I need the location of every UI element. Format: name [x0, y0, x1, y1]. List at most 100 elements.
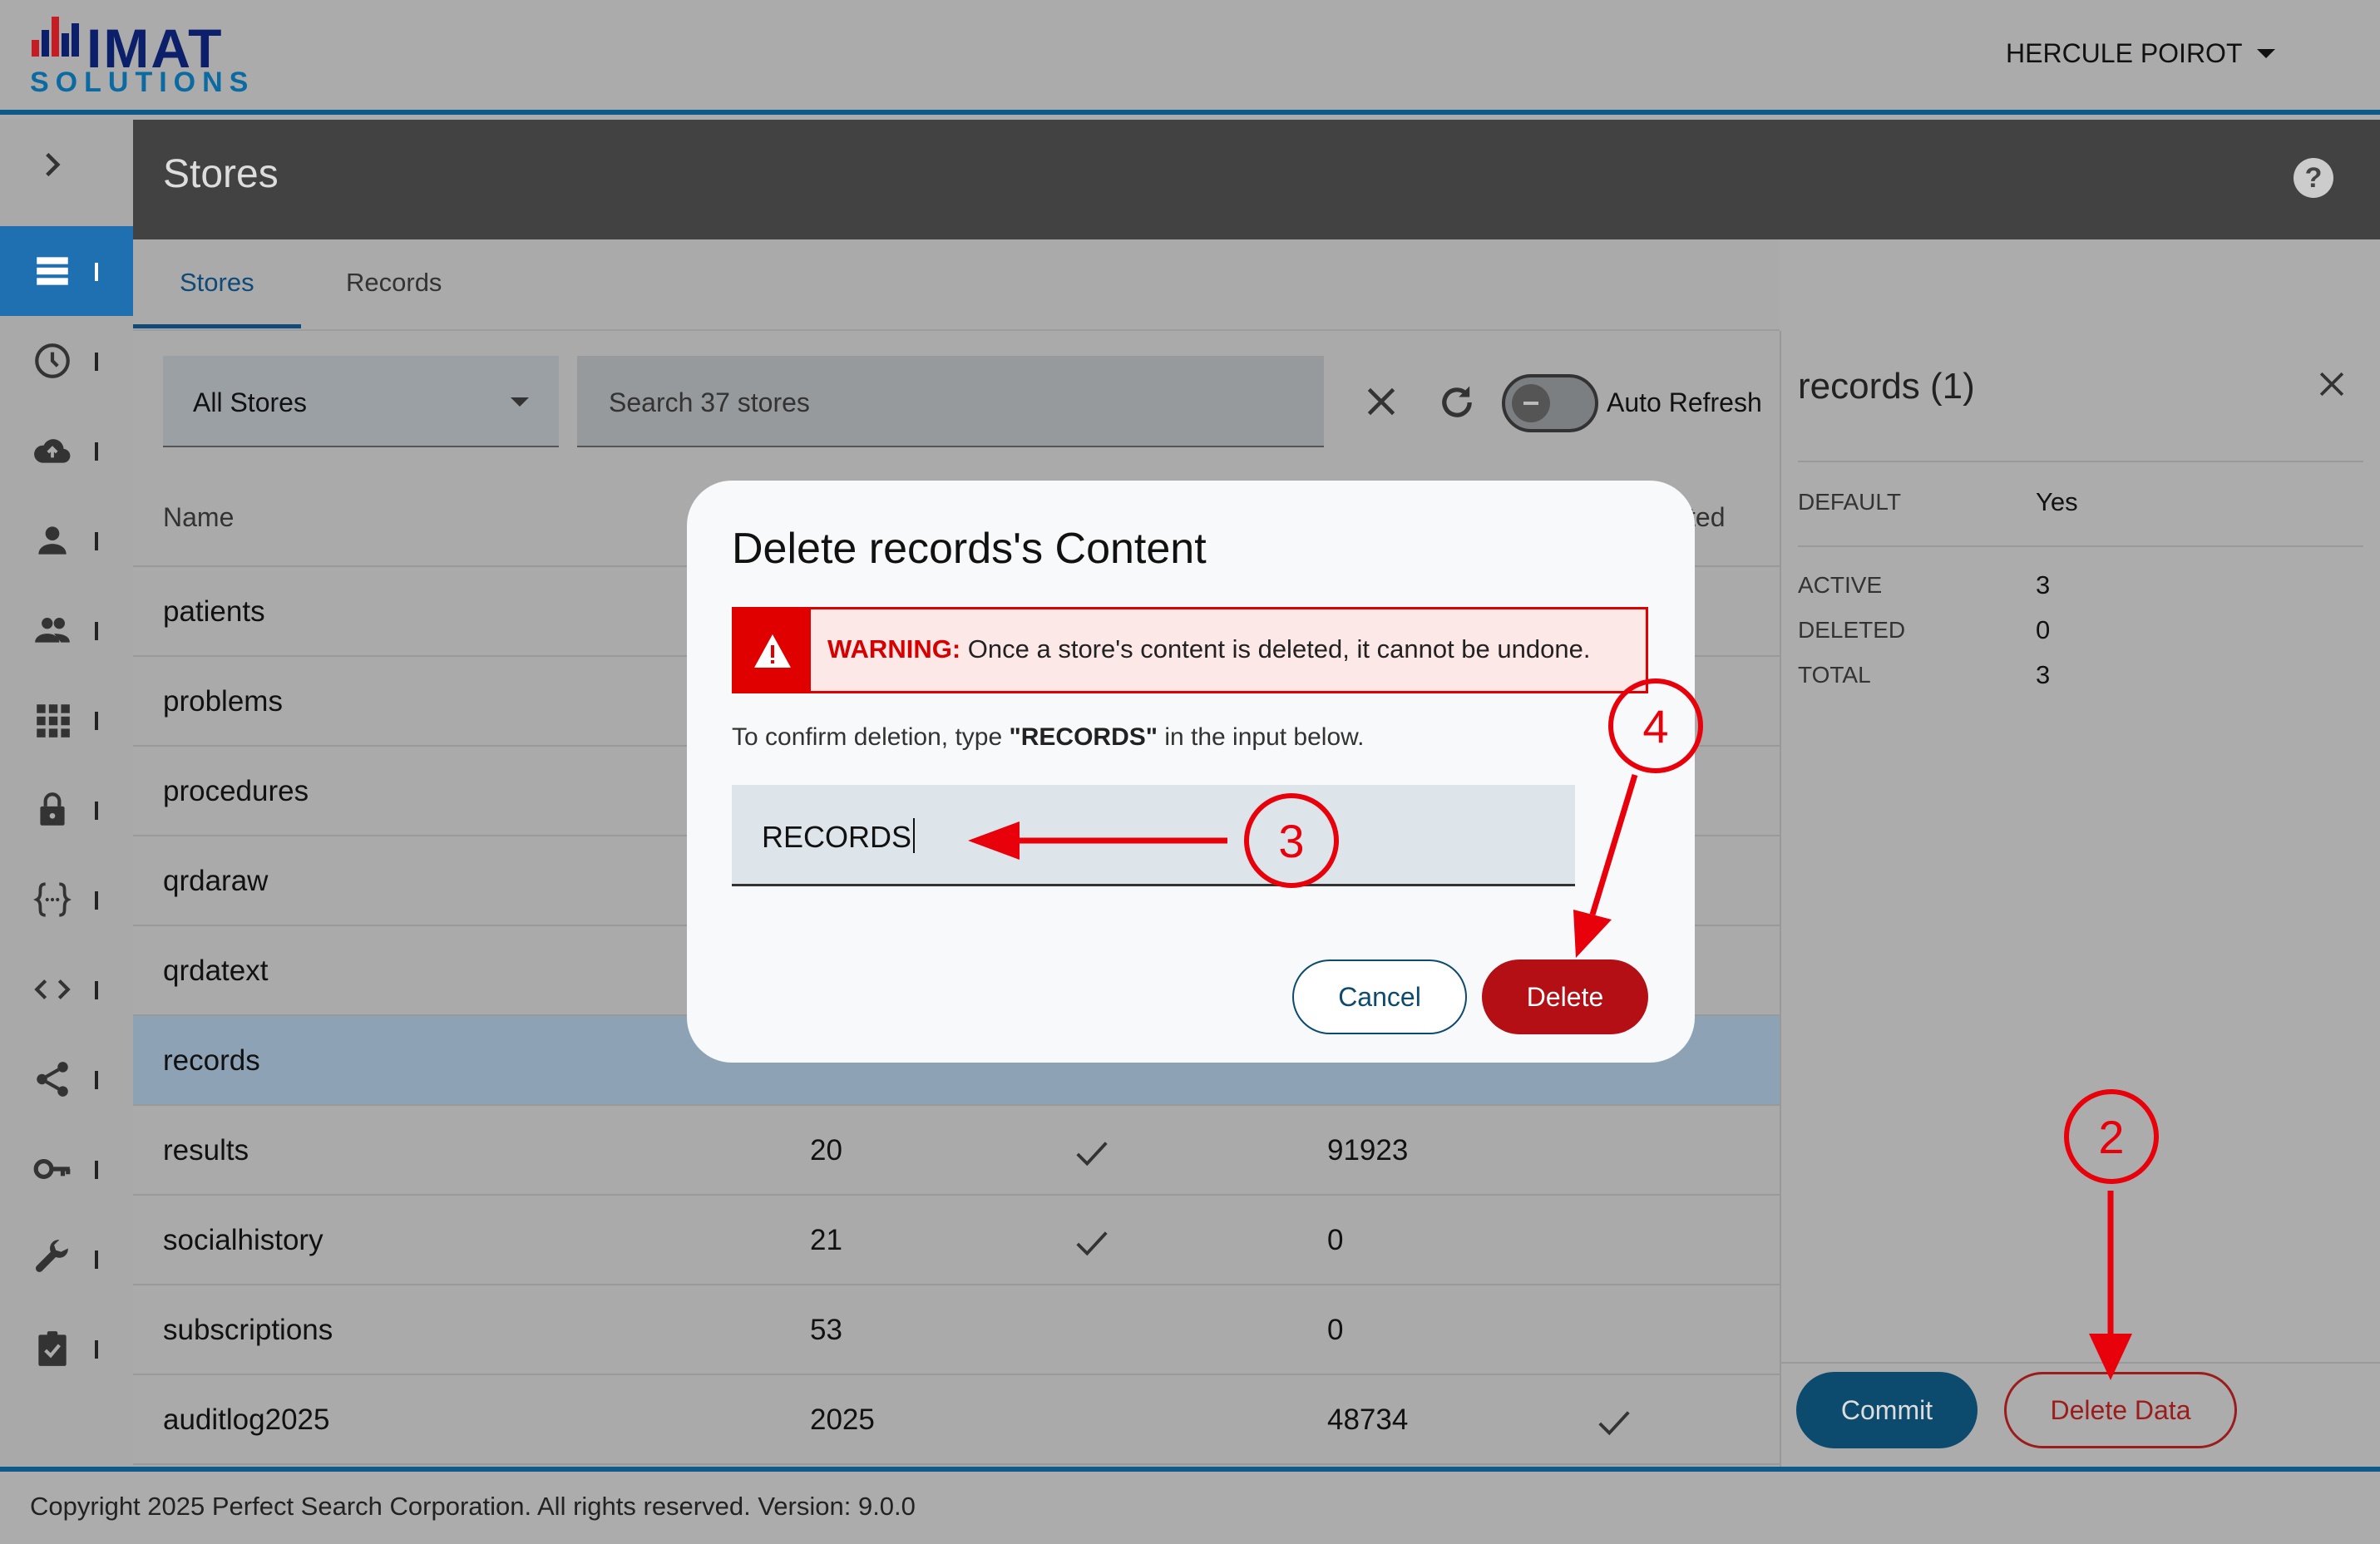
- logo-subtitle: SOLUTIONS: [30, 67, 255, 98]
- table-cell: 21: [810, 1224, 842, 1256]
- step-3-badge: 3: [1244, 793, 1339, 888]
- table-cell: 20: [810, 1134, 842, 1167]
- nav-item-user[interactable]: [0, 496, 133, 585]
- nav-item-code[interactable]: [0, 945, 133, 1034]
- refresh-icon[interactable]: [1435, 381, 1479, 424]
- warning-icon: [734, 609, 811, 691]
- grid-icon: [37, 704, 70, 737]
- active-tab-indicator: [133, 324, 301, 328]
- table-cell: results: [163, 1134, 249, 1167]
- store-filter-select[interactable]: All Stores: [163, 356, 559, 447]
- table-cell: 53: [810, 1314, 842, 1346]
- active-key: ACTIVE: [1798, 572, 1883, 598]
- table-cell: records: [163, 1044, 260, 1077]
- clipboard-check-icon: [38, 1331, 67, 1366]
- expand-nav-button[interactable]: [0, 120, 133, 210]
- table-cell: 2025: [810, 1403, 875, 1436]
- page-title-bar: Stores ?: [133, 120, 2380, 239]
- store-details-panel: records (1) DEFAULT Yes ACTIVE 3 DELETED…: [1780, 331, 2380, 1467]
- text-cursor: [913, 818, 915, 853]
- footer: Copyright 2025 Perfect Search Corporatio…: [0, 1467, 2380, 1544]
- warning-banner: WARNING: Once a store's content is delet…: [732, 607, 1648, 693]
- caret-down-icon: [2257, 48, 2276, 58]
- table-cell: socialhistory: [163, 1224, 323, 1256]
- table-cell: 91923: [1327, 1134, 1409, 1167]
- search-input[interactable]: Search 37 stores: [577, 356, 1324, 447]
- table-cell: patients: [163, 595, 265, 628]
- nav-item-groups[interactable]: [0, 585, 133, 675]
- nav-item-tasks[interactable]: [0, 1304, 133, 1394]
- cloud-upload-icon: [34, 439, 71, 463]
- auto-refresh-toggle[interactable]: [1502, 374, 1598, 432]
- page-title: Stores: [163, 152, 279, 196]
- wrench-icon: [35, 1240, 68, 1272]
- person-icon: [38, 526, 67, 555]
- code-icon: [34, 979, 71, 999]
- top-header: IMAT SOLUTIONS HERCULE POIROT: [0, 0, 2380, 115]
- delete-button[interactable]: Delete: [1482, 959, 1648, 1034]
- table-row[interactable]: subscriptions 53 0: [133, 1285, 1780, 1375]
- clear-search-icon[interactable]: [1360, 381, 1402, 422]
- nav-label-clip: [95, 532, 98, 550]
- nav-item-stores[interactable]: [0, 226, 133, 316]
- confirm-word: "RECORDS": [1009, 723, 1158, 751]
- step-2-badge: 2: [2064, 1089, 2159, 1184]
- table-cell: problems: [163, 685, 283, 718]
- confirm-input[interactable]: RECORDS: [732, 785, 1575, 886]
- clock-icon: [35, 343, 70, 378]
- toggle-knob-icon: [1512, 384, 1550, 422]
- table-cell: subscriptions: [163, 1314, 333, 1346]
- nav-item-history[interactable]: [0, 316, 133, 406]
- table-cell: auditlog2025: [163, 1403, 330, 1436]
- tab-stores[interactable]: Stores: [180, 268, 254, 298]
- search-placeholder: Search 37 stores: [609, 387, 810, 417]
- nav-item-keys[interactable]: [0, 1124, 133, 1214]
- divider: [1798, 461, 2363, 462]
- delete-data-button[interactable]: Delete Data: [2004, 1372, 2237, 1448]
- imat-logo[interactable]: IMAT SOLUTIONS: [28, 12, 261, 98]
- table-cell: procedures: [163, 775, 309, 807]
- active-value: 3: [2036, 570, 2051, 599]
- total-value: 3: [2036, 660, 2051, 689]
- nav-item-share[interactable]: [0, 1034, 133, 1124]
- commit-button[interactable]: Commit: [1796, 1372, 1978, 1448]
- user-menu[interactable]: HERCULE POIROT: [2006, 35, 2276, 72]
- table-row[interactable]: socialhistory 21 0: [133, 1196, 1780, 1285]
- storage-icon: [37, 257, 68, 285]
- table-cell: 0: [1327, 1314, 1344, 1346]
- cancel-button[interactable]: Cancel: [1292, 959, 1467, 1034]
- table-row[interactable]: auditlog2025 2025 48734: [133, 1375, 1780, 1465]
- confirm-input-value: RECORDS: [762, 820, 912, 854]
- store-filter-value: All Stores: [193, 387, 307, 417]
- column-header-name[interactable]: Name: [163, 502, 234, 533]
- nav-item-apps[interactable]: [0, 675, 133, 765]
- nav-item-upload[interactable]: [0, 406, 133, 496]
- checkmark-icon: [1073, 1137, 1111, 1178]
- nav-item-tools[interactable]: [0, 1214, 133, 1304]
- dropdown-caret-icon: [511, 397, 529, 407]
- tab-records[interactable]: Records: [346, 268, 442, 298]
- nav-item-json[interactable]: [0, 855, 133, 945]
- table-row[interactable]: results 20 91923: [133, 1106, 1780, 1196]
- delete-content-dialog: Delete records's Content WARNING: Once a…: [687, 481, 1695, 1063]
- nav-label-clip: [95, 712, 98, 730]
- help-icon[interactable]: ?: [2294, 158, 2333, 198]
- deleted-key: DELETED: [1798, 617, 1906, 643]
- nav-label-clip: [95, 442, 98, 461]
- checkmark-icon: [1595, 1407, 1633, 1448]
- close-panel-icon[interactable]: [2313, 366, 2350, 402]
- nav-label-clip: [95, 802, 98, 820]
- nav-label-clip: [95, 1250, 98, 1269]
- nav-label-clip: [95, 1161, 98, 1179]
- tab-bar: Stores Records: [133, 239, 1780, 331]
- copyright-text: Copyright 2025 Perfect Search Corporatio…: [30, 1492, 916, 1521]
- confirm-suffix: in the input below.: [1157, 723, 1365, 751]
- nav-label-clip: [95, 981, 98, 999]
- auto-refresh-label: Auto Refresh: [1607, 387, 1762, 417]
- nav-label-clip: [95, 1071, 98, 1089]
- nav-label-clip: [95, 1340, 98, 1359]
- nav-item-security[interactable]: [0, 765, 133, 855]
- key-icon: [33, 1159, 71, 1179]
- divider: [1781, 1362, 2380, 1364]
- table-cell: qrdatext: [163, 955, 269, 987]
